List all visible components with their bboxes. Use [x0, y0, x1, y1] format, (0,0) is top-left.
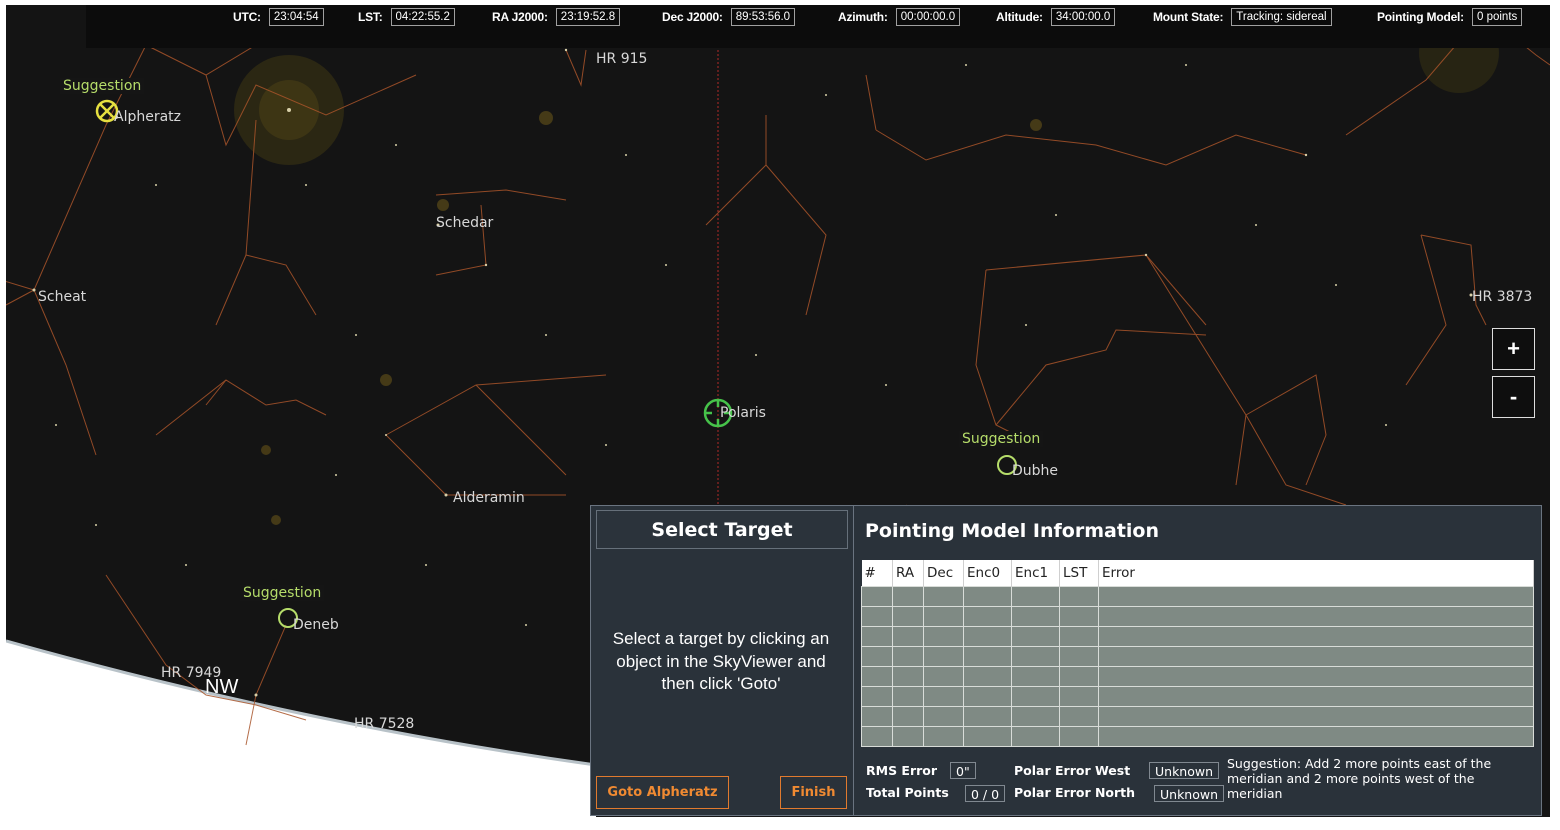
- column-header-enc0[interactable]: Enc0: [963, 560, 1012, 587]
- rms-error-label: RMS Error: [866, 763, 938, 778]
- status-mount-state: Mount State: Tracking: sidereal: [1153, 8, 1332, 26]
- status-dec-value: 89:53:56.0: [730, 8, 796, 26]
- total-points-label: Total Points: [866, 785, 949, 800]
- star-label-alpheratz[interactable]: Alpheratz: [114, 109, 181, 125]
- pointing-model-table[interactable]: # RA Dec Enc0 Enc1 LST Error: [861, 560, 1534, 747]
- status-lst-label: LST:: [358, 10, 383, 24]
- star-label-hr915[interactable]: HR 915: [596, 51, 647, 67]
- status-altitude-label: Altitude:: [996, 10, 1043, 24]
- select-target-instructions: Select a target by clicking an object in…: [612, 629, 830, 693]
- status-altitude: Altitude: 34:00:00.0: [996, 8, 1116, 26]
- column-header-ra[interactable]: RA: [892, 560, 924, 587]
- polar-error-west-label: Polar Error West: [1014, 763, 1131, 778]
- zoom-in-button[interactable]: +: [1492, 328, 1535, 370]
- star-label-hr3873[interactable]: HR 3873: [1472, 289, 1532, 305]
- polar-error-north-value: Unknown: [1154, 785, 1225, 802]
- status-dec-label: Dec J2000:: [662, 10, 723, 24]
- table-row: [861, 686, 1534, 707]
- goto-button[interactable]: Goto Alpheratz: [596, 776, 729, 809]
- star-label-hr7528[interactable]: HR 7528: [354, 716, 414, 732]
- select-target-title: Select Target: [596, 510, 848, 549]
- status-utc-label: UTC:: [233, 10, 261, 24]
- status-pointing-model: Pointing Model: 0 points: [1377, 8, 1523, 26]
- suggestion-label-dubhe: Suggestion: [959, 431, 1044, 447]
- total-points-value: 0 / 0: [965, 785, 1006, 802]
- alignment-panel: Select Target Select a target by clickin…: [590, 505, 1542, 816]
- table-row: [861, 666, 1534, 687]
- column-header-dec[interactable]: Dec: [923, 560, 964, 587]
- table-header-row: # RA Dec Enc0 Enc1 LST Error: [861, 560, 1534, 587]
- table-row: [861, 626, 1534, 647]
- star-label-dubhe[interactable]: Dubhe: [1012, 463, 1058, 479]
- rms-error-value: 0": [950, 762, 976, 779]
- suggestion-label-deneb: Suggestion: [240, 585, 325, 601]
- suggestion-note: Suggestion: Add 2 more points east of th…: [1227, 756, 1492, 801]
- status-mount-state-value: Tracking: sidereal: [1231, 8, 1332, 26]
- star-label-scheat[interactable]: Scheat: [38, 289, 86, 305]
- star-label-schedar[interactable]: Schedar: [436, 215, 493, 231]
- table-row: [861, 646, 1534, 667]
- status-ra: RA J2000: 23:19:52.8: [492, 8, 621, 26]
- status-mount-state-label: Mount State:: [1153, 10, 1224, 24]
- status-pointing-model-label: Pointing Model:: [1377, 10, 1464, 24]
- direction-label-nw: NW: [205, 676, 239, 698]
- status-altitude-value: 34:00:00.0: [1050, 8, 1116, 26]
- status-lst-value: 04:22:55.2: [390, 8, 455, 26]
- status-pointing-model-value: 0 points: [1471, 8, 1523, 26]
- column-header-enc1[interactable]: Enc1: [1011, 560, 1060, 587]
- star-label-deneb[interactable]: Deneb: [293, 617, 339, 633]
- status-dec: Dec J2000: 89:53:56.0: [662, 8, 796, 26]
- status-azimuth-value: 00:00:00.0: [895, 8, 961, 26]
- finish-button[interactable]: Finish: [780, 776, 847, 809]
- status-utc: UTC: 23:04:54: [233, 8, 324, 26]
- star-label-alderamin[interactable]: Alderamin: [453, 490, 525, 506]
- select-target-pane: Select Target Select a target by clickin…: [591, 506, 854, 815]
- pointing-model-title: Pointing Model Information: [865, 520, 1160, 542]
- status-ra-label: RA J2000:: [492, 10, 548, 24]
- horizon-ground: [6, 641, 596, 817]
- status-azimuth-label: Azimuth:: [838, 10, 888, 24]
- suggestion-label-alpheratz: Suggestion: [60, 78, 145, 94]
- table-row: [861, 606, 1534, 627]
- zoom-out-button[interactable]: -: [1492, 376, 1535, 418]
- table-row: [861, 706, 1534, 727]
- table-row: [861, 586, 1534, 607]
- column-header-number[interactable]: #: [861, 560, 893, 587]
- status-utc-value: 23:04:54: [268, 8, 324, 26]
- polar-error-north-label: Polar Error North: [1014, 785, 1136, 800]
- polar-error-west-value: Unknown: [1149, 762, 1220, 779]
- status-ra-value: 23:19:52.8: [555, 8, 621, 26]
- status-azimuth: Azimuth: 00:00:00.0: [838, 8, 961, 26]
- table-row: [861, 726, 1534, 747]
- column-header-lst[interactable]: LST: [1059, 560, 1099, 587]
- star-label-polaris[interactable]: Polaris: [720, 405, 766, 421]
- status-lst: LST: 04:22:55.2: [358, 8, 455, 26]
- column-header-error[interactable]: Error: [1098, 560, 1534, 587]
